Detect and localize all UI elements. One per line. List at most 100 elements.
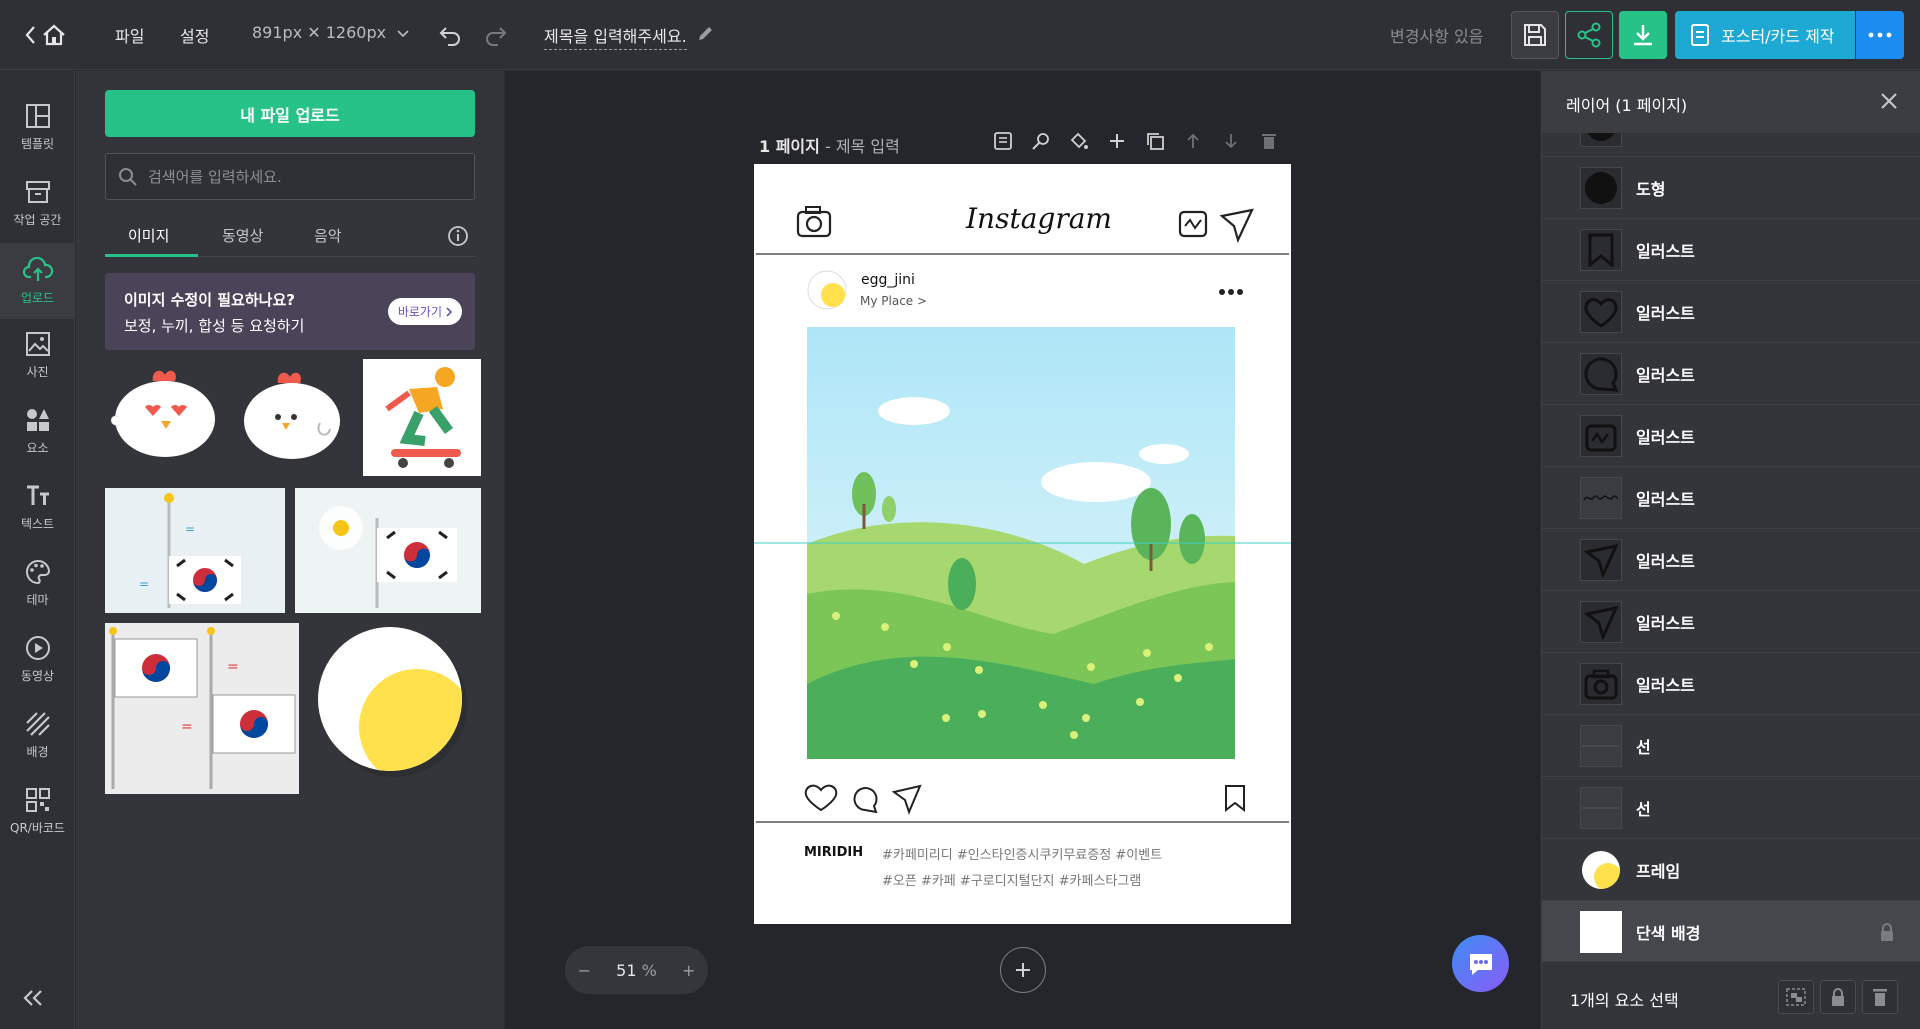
- layer-row[interactable]: 단색 배경: [1542, 901, 1920, 961]
- page-toolbar: [993, 131, 1279, 151]
- layer-label: 일러스트: [1636, 241, 1695, 261]
- layers-title: 레이어 (1 페이지): [1566, 96, 1688, 115]
- send-icon: [1584, 543, 1618, 577]
- image-thumb-skateboarder[interactable]: [363, 359, 481, 476]
- bookmark-icon: [1588, 233, 1614, 267]
- background-pattern-icon: [25, 711, 50, 736]
- layer-row[interactable]: 일러스트: [1542, 591, 1920, 653]
- circle-shape-icon: [1585, 171, 1617, 204]
- paint-bucket-icon[interactable]: [1069, 131, 1089, 151]
- layer-thumb: [1580, 352, 1622, 395]
- rail-item-workspace[interactable]: 작업 공간: [0, 167, 75, 239]
- tab-images[interactable]: 이미지: [128, 225, 169, 246]
- image-thumb-chicken[interactable]: [232, 359, 350, 471]
- save-button[interactable]: [1511, 11, 1559, 59]
- caption-line-1: #카페미리디 #인스타인증시쿠키무료증정 #이벤트: [882, 848, 1163, 863]
- rail-item-video[interactable]: 동영상: [0, 623, 75, 695]
- search-input[interactable]: [148, 167, 468, 186]
- design-page[interactable]: Instagram egg_jini My Place > MIRIDIH #카…: [754, 164, 1291, 924]
- add-page-button[interactable]: [1000, 947, 1046, 993]
- layer-row[interactable]: 일러스트: [1542, 653, 1920, 715]
- page-memo-icon[interactable]: [993, 131, 1013, 151]
- shapes-icon: [26, 408, 49, 431]
- rail-item-templates[interactable]: 템플릿: [0, 91, 75, 163]
- rail-item-elements[interactable]: 요소: [0, 395, 75, 467]
- chat-support-button[interactable]: [1452, 935, 1509, 992]
- zoom-in-button[interactable]: +: [682, 961, 695, 980]
- promo-go-button[interactable]: 바로가기: [387, 298, 462, 325]
- image-thumb-flag-pole[interactable]: = =: [105, 488, 285, 613]
- back-home-button[interactable]: [24, 22, 70, 48]
- rail-label: 사진: [26, 364, 49, 379]
- comment-icon: [853, 787, 878, 814]
- add-icon[interactable]: [1107, 131, 1127, 151]
- image-thumb-flag-wave[interactable]: [295, 488, 481, 613]
- document-icon: [1691, 24, 1709, 46]
- layer-row[interactable]: 일러스트: [1542, 405, 1920, 467]
- image-thumb-egg-circle[interactable]: [307, 623, 481, 794]
- rail-label: 작업 공간: [13, 212, 62, 227]
- menu-file[interactable]: 파일: [115, 23, 144, 47]
- send-icon: [891, 784, 922, 815]
- lock-icon[interactable]: [1879, 922, 1895, 942]
- page-size-select[interactable]: 891px ✕ 1260px: [252, 23, 409, 42]
- magic-wand-icon[interactable]: [1031, 131, 1051, 151]
- layer-row[interactable]: 도형: [1542, 157, 1920, 219]
- make-poster-button[interactable]: 포스터/카드 제작: [1675, 11, 1855, 59]
- undo-button[interactable]: [438, 24, 462, 46]
- arrow-up-icon[interactable]: [1183, 131, 1203, 151]
- tab-videos[interactable]: 동영상: [222, 225, 263, 246]
- bookmark-icon: [1225, 785, 1245, 813]
- rail-item-text[interactable]: 텍스트: [0, 471, 75, 543]
- chat-bubble-icon: [1469, 953, 1492, 975]
- rail-item-photos[interactable]: 사진: [0, 319, 75, 391]
- rail-item-background[interactable]: 배경: [0, 699, 75, 771]
- upload-my-file-button[interactable]: 내 파일 업로드: [105, 90, 475, 137]
- layer-row[interactable]: [1542, 133, 1920, 157]
- lock-button[interactable]: [1820, 980, 1856, 1014]
- layer-label: 도형: [1636, 179, 1666, 199]
- duplicate-icon[interactable]: [1145, 131, 1165, 151]
- rail-label: 업로드: [20, 290, 55, 305]
- delete-button[interactable]: [1862, 980, 1898, 1014]
- close-icon[interactable]: [1879, 91, 1899, 111]
- layer-row[interactable]: 일러스트: [1542, 467, 1920, 529]
- document-title[interactable]: 제목을 입력해주세요.: [544, 23, 687, 50]
- rail-item-upload[interactable]: 업로드: [0, 243, 75, 319]
- pencil-icon[interactable]: [697, 24, 715, 42]
- layer-row[interactable]: 프레임: [1542, 839, 1920, 901]
- canvas-workspace: 1 페이지 - 제목 입력 Instagram egg_jini My Plac…: [505, 71, 1540, 1029]
- zoom-out-button[interactable]: −: [578, 961, 591, 980]
- layer-row[interactable]: 일러스트: [1542, 343, 1920, 405]
- layer-row[interactable]: 일러스트: [1542, 219, 1920, 281]
- camera-icon: [1584, 669, 1618, 699]
- info-icon[interactable]: [447, 225, 469, 247]
- chicken-illustration: [111, 370, 215, 457]
- layer-row[interactable]: 일러스트: [1542, 529, 1920, 591]
- share-button[interactable]: [1565, 11, 1613, 59]
- tab-music[interactable]: 음악: [314, 225, 342, 246]
- group-button[interactable]: [1778, 980, 1814, 1014]
- image-thumb-chicken-love[interactable]: [105, 359, 225, 471]
- more-dots-icon: [1868, 32, 1892, 38]
- comment-icon: [1584, 357, 1619, 392]
- layer-row[interactable]: 선: [1542, 715, 1920, 777]
- layer-row[interactable]: 일러스트: [1542, 281, 1920, 343]
- rail-item-theme[interactable]: 테마: [0, 547, 75, 619]
- page-title[interactable]: 1 페이지 - 제목 입력: [759, 133, 900, 157]
- top-bar: 파일 설정 891px ✕ 1260px 제목을 입력해주세요. 변경사항 있음…: [0, 0, 1920, 70]
- zoom-value: 51: [616, 960, 637, 980]
- collapse-double-chevron-icon[interactable]: [22, 989, 44, 1007]
- trash-icon[interactable]: [1259, 131, 1279, 151]
- image-thumb-two-flags[interactable]: = =: [105, 623, 299, 794]
- menu-settings[interactable]: 설정: [180, 23, 209, 47]
- page-separator: -: [819, 137, 836, 156]
- promo-banner[interactable]: 이미지 수정이 필요하나요? 보정, 누끼, 합성 등 요청하기 바로가기: [105, 273, 475, 350]
- rail-item-qr[interactable]: QR/바코드: [0, 775, 75, 847]
- download-button[interactable]: [1619, 11, 1667, 59]
- layer-row[interactable]: 선: [1542, 777, 1920, 839]
- arrow-down-icon[interactable]: [1221, 131, 1241, 151]
- more-options-button[interactable]: [1856, 11, 1904, 59]
- instagram-post-design: [754, 206, 1291, 823]
- redo-button[interactable]: [484, 24, 508, 46]
